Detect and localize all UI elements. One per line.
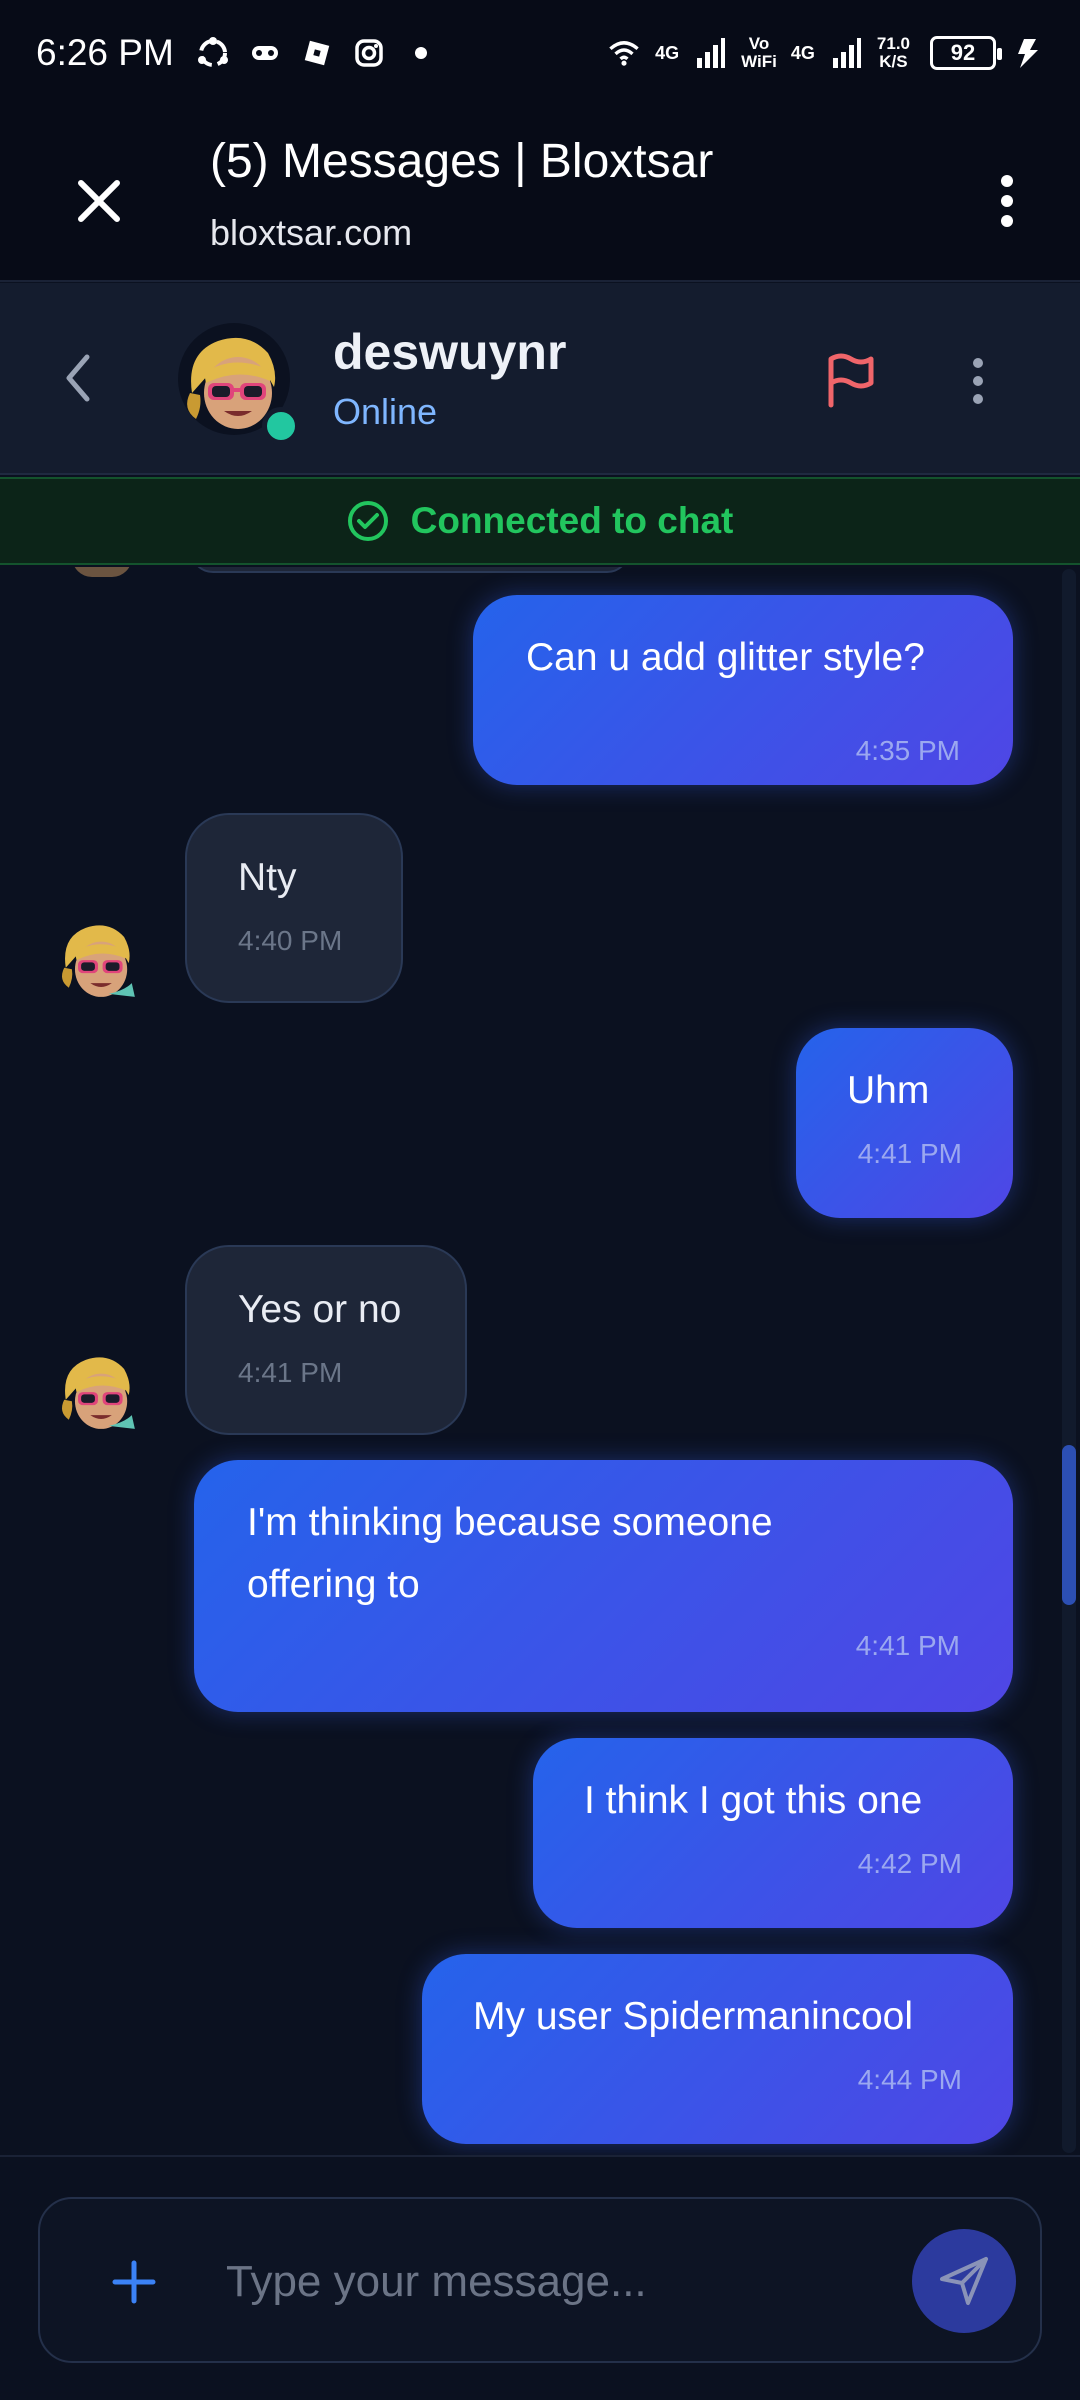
notification-dot-icon <box>404 36 438 70</box>
network-type-2: 4G <box>790 42 815 63</box>
chevron-left-icon <box>66 354 90 402</box>
avatar[interactable] <box>55 1346 141 1432</box>
wifi-icon <box>607 36 641 70</box>
battery-level: 92 <box>950 40 976 65</box>
message-bubble-outgoing[interactable]: I think I got this one 4:42 PM <box>533 1738 1013 1928</box>
message-bubble-outgoing[interactable]: My user Spidermanincool 4:44 PM <box>422 1954 1013 2144</box>
scrollbar-track[interactable] <box>1062 569 1076 2153</box>
status-time: 6:26 PM <box>36 32 174 73</box>
instagram-icon <box>352 36 386 70</box>
message-time: 4:44 PM <box>857 2064 962 2095</box>
scrollbar-thumb[interactable] <box>1062 1445 1076 1605</box>
avatar[interactable] <box>55 914 141 1000</box>
browser-menu-button[interactable] <box>982 166 1032 236</box>
speed-value: 71.0 <box>876 34 910 53</box>
status-left: 6:26 PM <box>36 32 438 74</box>
message-text: I think I got this one <box>584 1779 923 1822</box>
presence-status: Online <box>333 391 438 432</box>
message-text: Nty <box>238 856 297 899</box>
message-text: Uhm <box>847 1069 930 1112</box>
network-speed: 71.0 K/S <box>877 35 910 71</box>
status-right: 4G Vo WiFi 4G 71.0 K/S 92 <box>607 35 1044 71</box>
message-text: My user Spidermanincool <box>473 1995 914 2038</box>
status-bar: 6:26 PM 4G Vo WiFi 4G 71.0 K/S 92 <box>0 0 1080 106</box>
page-url[interactable]: bloxtsar.com <box>210 212 412 254</box>
message-time: 4:42 PM <box>857 1848 962 1879</box>
message-input[interactable] <box>226 2237 886 2327</box>
connection-status-label: Connected to chat <box>410 500 734 541</box>
message-list[interactable]: Can u add glitter style? 4:35 PM Nty 4:4… <box>0 567 1080 2155</box>
signal-bars-icon-1 <box>693 36 727 70</box>
plus-icon <box>112 2260 156 2304</box>
back-button[interactable] <box>48 343 108 413</box>
chat-menu-button[interactable] <box>958 349 998 413</box>
roblox-icon <box>300 36 334 70</box>
speed-unit: K/S <box>879 52 908 71</box>
composer-box <box>38 2197 1042 2363</box>
report-button[interactable] <box>820 349 880 413</box>
message-text: Can u add glitter style? <box>526 636 925 679</box>
connection-status-banner: Connected to chat <box>0 477 1080 565</box>
close-icon <box>78 180 120 222</box>
page-title: (5) Messages | Bloxtsar <box>210 135 714 188</box>
message-time: 4:41 PM <box>857 1138 962 1169</box>
kebab-menu-icon <box>1001 175 1013 227</box>
check-circle-icon <box>347 501 388 541</box>
vowifi-bottom: WiFi <box>741 52 777 71</box>
composer-bar <box>0 2155 1080 2400</box>
message-text: Yes or no <box>238 1288 402 1331</box>
send-button[interactable] <box>912 2229 1016 2333</box>
message-time: 4:35 PM <box>855 735 960 766</box>
vowifi-top: Vo <box>748 34 770 53</box>
share-it-icon <box>196 36 230 70</box>
partial-avatar <box>72 567 132 577</box>
gamepad-icon <box>248 36 282 70</box>
message-text-line-2: offering to <box>247 1563 420 1606</box>
message-bubble-outgoing[interactable]: Can u add glitter style? 4:35 PM <box>473 595 1013 785</box>
browser-toolbar: (5) Messages | Bloxtsar bloxtsar.com <box>0 106 1080 282</box>
charging-bolt-icon <box>1010 36 1044 70</box>
close-tab-button[interactable] <box>64 166 134 236</box>
message-time: 4:40 PM <box>238 925 343 956</box>
flag-icon <box>828 353 874 408</box>
add-attachment-button[interactable] <box>96 2244 172 2320</box>
send-icon <box>940 2257 988 2305</box>
message-time: 4:41 PM <box>855 1630 960 1661</box>
message-text-line-1: I'm thinking because someone <box>247 1501 773 1544</box>
vowifi-label: Vo WiFi <box>741 35 777 71</box>
battery-indicator: 92 <box>930 36 1002 70</box>
chat-username[interactable]: deswuynr <box>333 323 566 381</box>
message-time: 4:41 PM <box>238 1357 343 1388</box>
partial-message-bubble <box>190 567 630 573</box>
signal-bars-icon-2 <box>829 36 863 70</box>
message-bubble-outgoing[interactable]: Uhm 4:41 PM <box>796 1028 1013 1218</box>
kebab-menu-icon <box>973 358 983 404</box>
online-indicator <box>262 407 300 445</box>
message-bubble-incoming[interactable]: Yes or no 4:41 PM <box>185 1245 467 1435</box>
chat-header: deswuynr Online <box>0 283 1080 475</box>
message-bubble-outgoing[interactable]: I'm thinking because someone offering to… <box>194 1460 1013 1712</box>
message-bubble-incoming[interactable]: Nty 4:40 PM <box>185 813 403 1003</box>
network-type-1: 4G <box>655 42 680 63</box>
